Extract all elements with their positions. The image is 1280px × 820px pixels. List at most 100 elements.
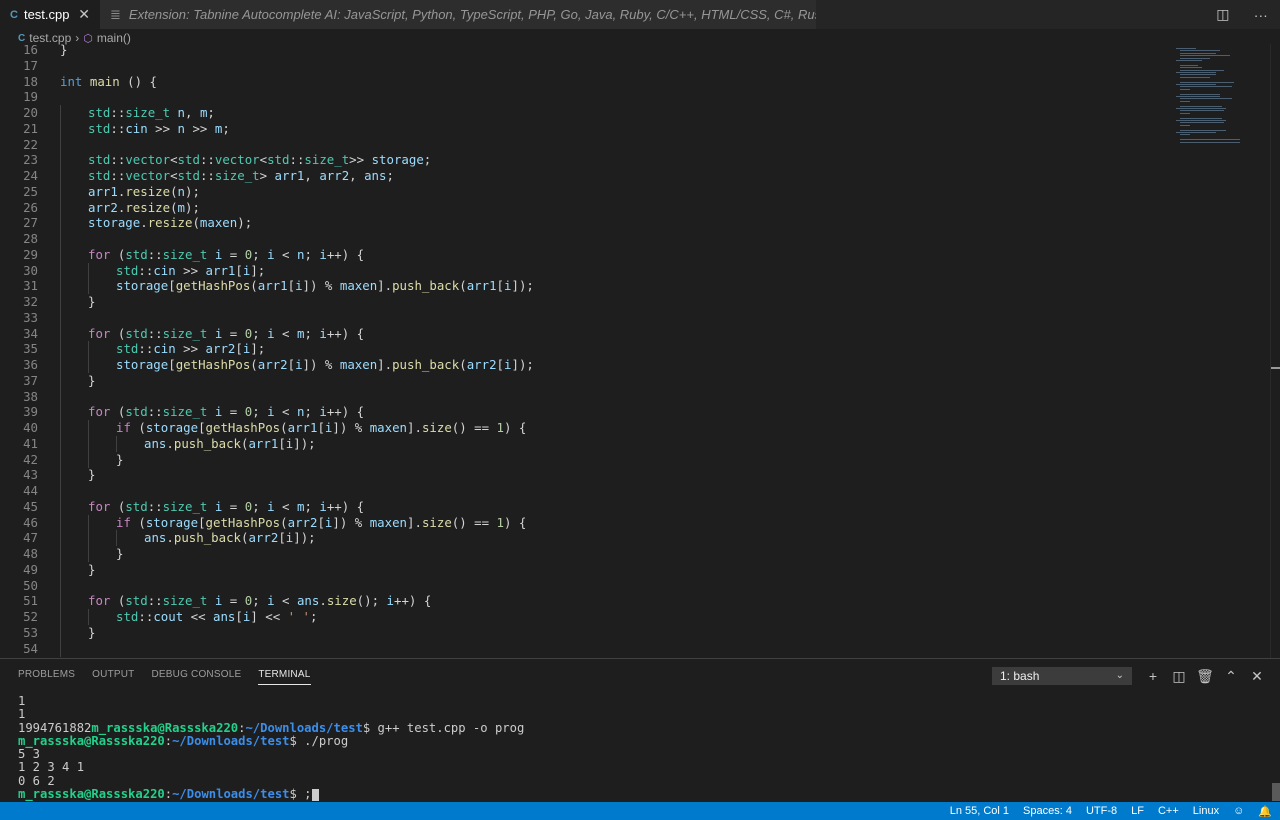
os-indicator[interactable]: Linux — [1193, 805, 1219, 817]
trash-icon[interactable]: 🗑 — [1192, 667, 1218, 685]
code-line[interactable]: 46 if (storage[getHashPos(arr2[i]) % maxe… — [0, 514, 1170, 531]
breadcrumb-file[interactable]: test.cpp — [29, 31, 71, 45]
code-line[interactable]: 37} — [0, 372, 1170, 389]
minimap-line — [1180, 98, 1232, 100]
panel-tab-output[interactable]: OUTPUT — [92, 669, 134, 685]
code-line[interactable]: 27 storage.resize(maxen); — [0, 215, 1170, 232]
tab-extension-tabnine[interactable]: ≣ Extension: Tabnine Autocomplete AI: Ja… — [100, 0, 816, 29]
line-number: 49 — [23, 561, 38, 577]
code-line[interactable]: 33 — [0, 309, 1170, 326]
code-line[interactable]: 22 — [0, 136, 1170, 153]
indent-guide — [60, 199, 61, 216]
code-line[interactable]: 50 — [0, 577, 1170, 594]
code-line[interactable]: 21 std::cin >> n >> m; — [0, 120, 1170, 137]
indent-guide — [60, 483, 61, 499]
bell-icon[interactable]: 🔔 — [1258, 805, 1272, 818]
line-number: 42 — [23, 451, 38, 467]
code-line[interactable]: 40 if (storage[getHashPos(arr1[i]) % maxe… — [0, 420, 1170, 436]
code-line[interactable]: 52 std::cout << ans[i] << ' '; — [0, 609, 1170, 625]
breadcrumb-symbol[interactable]: main() — [97, 31, 131, 45]
code-text: std::cin >> arr1[i]; — [116, 262, 266, 278]
terminal-command: $ g++ test.cpp -o prog — [362, 720, 525, 735]
terminal-line: m_rassska@Rassska220:~/Downloads/test$ .… — [18, 733, 349, 748]
terminal-line: m_rassska@Rassska220:~/Downloads/test$ ; — [18, 787, 1258, 802]
code-line[interactable]: 47 ans.push_back(arr2[i]); — [0, 530, 1170, 547]
editor-scrollbar[interactable] — [1270, 44, 1280, 658]
code-line[interactable]: 24 std::vector<std::size_t> arr1, arr2, a… — [0, 168, 1170, 184]
split-icon[interactable]: ◫ — [1166, 667, 1192, 685]
code-line[interactable]: 17 — [0, 58, 1170, 74]
feedback-icon[interactable]: ☺ — [1233, 805, 1244, 817]
indent-guide — [60, 435, 61, 452]
terminal-scrollbar[interactable] — [1272, 783, 1280, 801]
minimap[interactable] — [1172, 44, 1270, 164]
close-icon[interactable]: ✕ — [78, 6, 90, 23]
minimap-line — [1176, 96, 1220, 97]
code-line[interactable]: 16} — [0, 44, 1170, 58]
indent-guide — [60, 640, 61, 657]
code-text: std::cin >> arr2[i]; — [116, 341, 266, 357]
code-line[interactable]: 18 int main () { — [0, 74, 1170, 90]
indent-guide — [60, 120, 61, 137]
code-line[interactable]: 28 — [0, 231, 1170, 247]
split-editor-icon[interactable]: ◫ — [1216, 6, 1229, 23]
plus-icon[interactable]: + — [1140, 667, 1166, 685]
code-line[interactable]: 39 for (std::size_t i = 0; i < n; i++) { — [0, 404, 1170, 421]
code-line[interactable]: 32} — [0, 294, 1170, 310]
terminal-command: $ ./prog — [289, 733, 349, 748]
code-line[interactable]: 35 std::cin >> arr2[i]; — [0, 341, 1170, 358]
code-text: arr1.resize(n); — [88, 183, 200, 199]
code-line[interactable]: 53} — [0, 624, 1170, 641]
code-line[interactable]: 30 std::cin >> arr1[i]; — [0, 262, 1170, 279]
panel-tab-problems[interactable]: PROBLEMS — [18, 669, 75, 685]
code-text: storage[getHashPos(arr1[i]) % maxen].pus… — [116, 278, 534, 294]
minimap-line — [1180, 112, 1190, 114]
code-line[interactable]: 36 storage[getHashPos(arr2[i]) % maxen].p… — [0, 357, 1170, 373]
code-line[interactable]: 31 storage[getHashPos(arr1[i]) % maxen].p… — [0, 278, 1170, 295]
code-text: for (std::size_t i = 0; i < ans.size(); … — [88, 593, 432, 609]
minimap-line — [1180, 57, 1210, 59]
terminal-cursor — [311, 788, 319, 801]
line-number: 16 — [23, 44, 38, 57]
code-line[interactable]: 51 for (std::size_t i = 0; i < ans.size()… — [0, 593, 1170, 610]
code-line[interactable]: 41 ans.push_back(arr1[i]); — [0, 435, 1170, 452]
code-editor[interactable]: 16} 17 18 int main () {19 20 std::size_t n, m… — [0, 44, 1170, 658]
cursor-position[interactable]: Ln 55, Col 1 — [950, 805, 1009, 817]
terminal-command: $ ; — [289, 787, 312, 802]
code-line[interactable]: 25 arr1.resize(n); — [0, 183, 1170, 200]
code-line[interactable]: 38 — [0, 388, 1170, 405]
terminal-select[interactable]: 1: bash ⌄ — [992, 667, 1132, 685]
code-line[interactable]: 48} — [0, 546, 1170, 562]
terminal-output[interactable]: 1 1 1994761882m_rassska@Rassska220:~/Downl… — [18, 694, 1258, 802]
line-ending[interactable]: LF — [1131, 805, 1144, 817]
line-number: 33 — [23, 309, 38, 325]
indentation[interactable]: Spaces: 4 — [1023, 805, 1072, 817]
code-line[interactable]: 29 for (std::size_t i = 0; i < n; i++) { — [0, 246, 1170, 263]
code-line[interactable]: 45 for (std::size_t i = 0; i < m; i++) { — [0, 498, 1170, 515]
code-line[interactable]: 43} — [0, 467, 1170, 484]
code-line[interactable]: 23 std::vector<std::vector<std::size_t>> … — [0, 152, 1170, 169]
panel-tab-debug-console[interactable]: DEBUG CONSOLE — [151, 669, 241, 685]
code-line[interactable]: 49} — [0, 561, 1170, 578]
panel-tab-terminal[interactable]: TERMINAL — [258, 669, 311, 685]
code-text: int main () { — [60, 73, 158, 89]
encoding[interactable]: UTF-8 — [1086, 805, 1117, 817]
code-line[interactable]: 19 — [0, 89, 1170, 105]
code-line[interactable]: 42} — [0, 451, 1170, 468]
code-text: } — [116, 451, 124, 467]
language-mode[interactable]: C++ — [1158, 805, 1179, 817]
chevron-up-icon[interactable]: ⌃ — [1218, 667, 1244, 685]
code-line[interactable]: 20 std::size_t n, m; — [0, 105, 1170, 121]
minimap-line — [1176, 72, 1216, 73]
more-actions-icon[interactable]: ··· — [1254, 7, 1268, 23]
code-line[interactable]: 34 for (std::size_t i = 0; i < m; i++) { — [0, 325, 1170, 342]
tab-test-cpp[interactable]: C test.cpp ✕ — [0, 0, 100, 29]
status-bar: Ln 55, Col 1 Spaces: 4 UTF-8 LF C++ Linu… — [0, 802, 1280, 820]
code-line[interactable]: 44 — [0, 483, 1170, 499]
code-text: } — [116, 546, 124, 561]
minimap-line — [1180, 139, 1240, 141]
code-line[interactable]: 54 — [0, 640, 1170, 657]
cursor-position-marker — [1271, 367, 1280, 369]
close-icon[interactable]: ✕ — [1244, 667, 1270, 685]
code-line[interactable]: 26 arr2.resize(m); — [0, 199, 1170, 216]
